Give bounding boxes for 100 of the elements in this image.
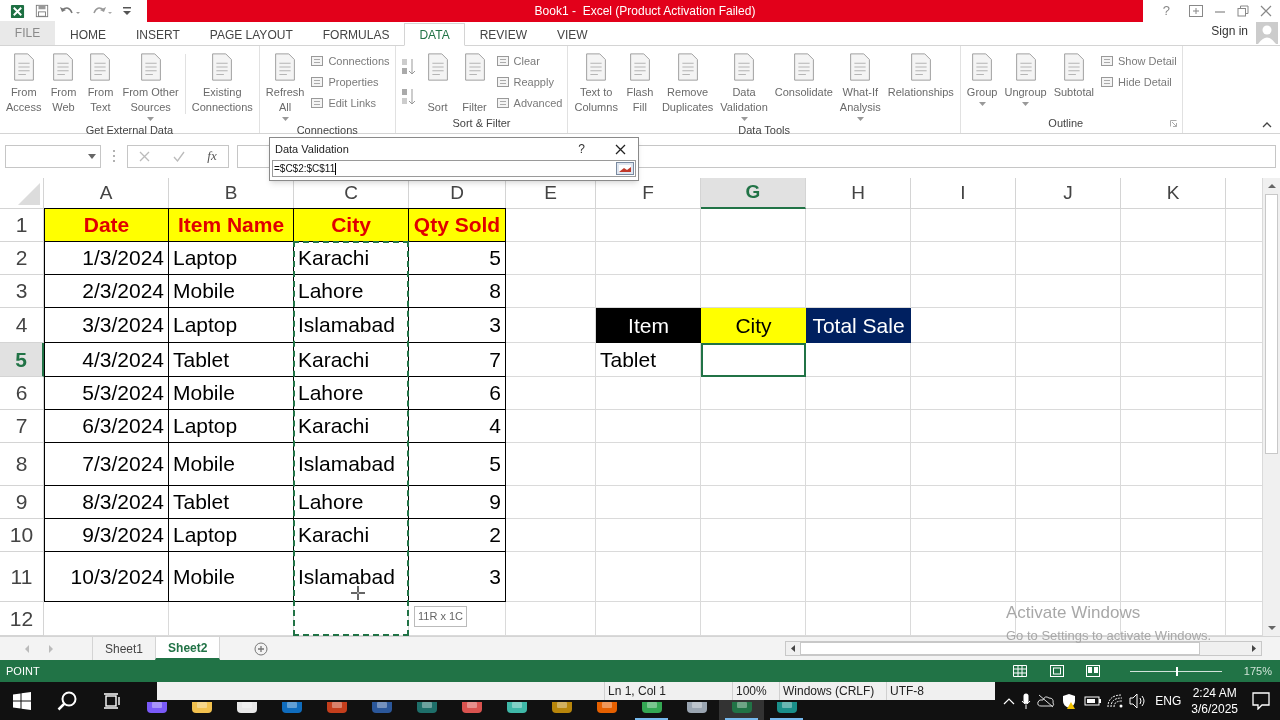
scroll-thumb[interactable] (1265, 194, 1278, 454)
table-cell[interactable]: 9/3/2024 (44, 519, 169, 552)
ribbon-small-button[interactable]: Advanced (495, 94, 563, 112)
ribbon-small-button[interactable]: Connections (310, 52, 390, 70)
ribbon-button[interactable]: From Web (47, 52, 80, 115)
app-icon[interactable] (775, 702, 798, 714)
table-cell[interactable]: Laptop (169, 519, 294, 552)
horizontal-scrollbar[interactable] (785, 641, 1262, 656)
table-cell[interactable]: 5 (409, 242, 506, 275)
table-cell[interactable]: 3 (409, 308, 506, 343)
table-cell[interactable]: Karachi (294, 242, 409, 275)
zoom-thumb[interactable] (1175, 666, 1178, 676)
table-cell[interactable]: Lahore (294, 486, 409, 519)
wifi-icon[interactable] (1107, 694, 1124, 708)
ribbon-button[interactable]: What-If Analysis (838, 52, 882, 122)
ribbon-small-button[interactable]: Edit Links (310, 94, 390, 112)
summary-cell[interactable]: Tablet (596, 343, 701, 377)
table-cell[interactable]: 9 (409, 486, 506, 519)
speaker-icon[interactable] (1129, 693, 1148, 709)
ribbon-button[interactable]: Group (965, 52, 999, 107)
ribbon-tab[interactable]: PAGE LAYOUT (194, 23, 308, 46)
search-icon[interactable] (57, 691, 77, 711)
column-header[interactable]: H (806, 178, 911, 209)
column-header[interactable]: G (701, 178, 806, 209)
app-icon[interactable] (370, 702, 393, 714)
app-icon[interactable] (235, 702, 258, 714)
table-cell[interactable]: Karachi (294, 410, 409, 443)
app-icon[interactable] (460, 702, 483, 714)
table-cell[interactable]: Laptop (169, 410, 294, 443)
notifications-icon[interactable] (1252, 692, 1270, 710)
ribbon-tab[interactable]: INSERT (121, 23, 195, 46)
row-header[interactable]: 2 (0, 242, 44, 275)
app-icon[interactable] (550, 702, 573, 714)
app-icon[interactable] (640, 702, 663, 714)
page-break-view-icon[interactable] (1085, 665, 1100, 677)
column-header[interactable]: E (506, 178, 596, 209)
save-icon[interactable] (35, 4, 49, 18)
table-cell[interactable]: Mobile (169, 275, 294, 308)
collapse-ribbon-icon[interactable] (1262, 122, 1272, 128)
ribbon-button[interactable]: From Other Sources (121, 52, 180, 122)
ribbon-small-button[interactable]: Reapply (495, 73, 563, 91)
table-cell[interactable]: 8/3/2024 (44, 486, 169, 519)
ribbon-button[interactable]: Data Validation (719, 52, 769, 122)
column-header[interactable]: J (1016, 178, 1121, 209)
row-header[interactable]: 11 (0, 552, 44, 602)
ribbon-button[interactable]: Flash Fill (623, 52, 656, 115)
scroll-thumb[interactable] (800, 642, 1200, 655)
ribbon-small-button[interactable]: Show Detail (1100, 52, 1177, 70)
add-sheet-icon[interactable] (254, 641, 269, 656)
app-icon[interactable] (415, 702, 438, 714)
row-header[interactable]: 9 (0, 486, 44, 519)
summary-header-cell[interactable]: Item (596, 308, 701, 343)
table-cell[interactable]: Tablet (169, 486, 294, 519)
restore-icon[interactable] (1237, 5, 1249, 17)
table-cell[interactable]: 8 (409, 275, 506, 308)
sign-in-link[interactable]: Sign in (1211, 22, 1248, 40)
table-cell[interactable]: 2/3/2024 (44, 275, 169, 308)
close-icon[interactable] (615, 143, 626, 155)
ribbon-button[interactable]: Remove Duplicates (660, 52, 715, 115)
ribbon-button[interactable]: Text to Columns (573, 52, 619, 115)
ribbon-button[interactable]: Ungroup (1003, 52, 1048, 107)
security-shield-icon[interactable] (1061, 693, 1078, 709)
app-icon[interactable] (595, 702, 618, 714)
app-icon[interactable] (685, 702, 708, 714)
ribbon-small-button[interactable]: Hide Detail (1100, 73, 1177, 91)
app-icon[interactable] (280, 702, 303, 714)
clock-time[interactable]: 2:24 AM (1192, 685, 1237, 701)
collapse-dialog-icon[interactable] (616, 162, 634, 175)
ribbon-button[interactable]: From Text (84, 52, 117, 115)
language-indicator[interactable]: ENG (1155, 692, 1182, 710)
table-cell[interactable]: 7 (409, 343, 506, 377)
sheet-tab[interactable]: Sheet2 (155, 637, 221, 660)
zoom-level[interactable]: 175% (1243, 662, 1272, 680)
clock-date[interactable]: 3/6/2025 (1191, 701, 1238, 717)
table-cell[interactable]: Laptop (169, 242, 294, 275)
chevron-up-icon[interactable] (1003, 697, 1016, 705)
table-cell[interactable]: 3 (409, 552, 506, 602)
table-cell[interactable]: Lahore (294, 275, 409, 308)
table-cell[interactable]: 1/3/2024 (44, 242, 169, 275)
table-cell[interactable]: 4/3/2024 (44, 343, 169, 377)
table-header-cell[interactable]: Item Name (169, 208, 294, 242)
ribbon-tab[interactable]: VIEW (542, 23, 603, 46)
ribbon-small-button[interactable]: Properties (310, 73, 390, 91)
table-cell[interactable]: 5/3/2024 (44, 377, 169, 410)
table-header-cell[interactable]: Qty Sold (409, 208, 506, 242)
column-header[interactable]: I (911, 178, 1016, 209)
table-cell[interactable]: Karachi (294, 519, 409, 552)
ribbon-button[interactable]: Sort (421, 52, 454, 115)
vertical-scrollbar[interactable] (1262, 178, 1280, 636)
table-cell[interactable]: Laptop (169, 308, 294, 343)
ribbon-tab[interactable]: HOME (55, 23, 121, 46)
row-header[interactable]: 3 (0, 275, 44, 308)
cloud-icon[interactable] (1037, 694, 1056, 708)
table-header-cell[interactable]: City (294, 208, 409, 242)
row-header[interactable]: 7 (0, 410, 44, 443)
table-cell[interactable]: 5 (409, 443, 506, 486)
ribbon-display-icon[interactable] (1189, 5, 1203, 17)
table-cell[interactable]: Islamabad (294, 308, 409, 343)
table-cell[interactable]: 2 (409, 519, 506, 552)
excel-logo[interactable] (10, 3, 25, 19)
